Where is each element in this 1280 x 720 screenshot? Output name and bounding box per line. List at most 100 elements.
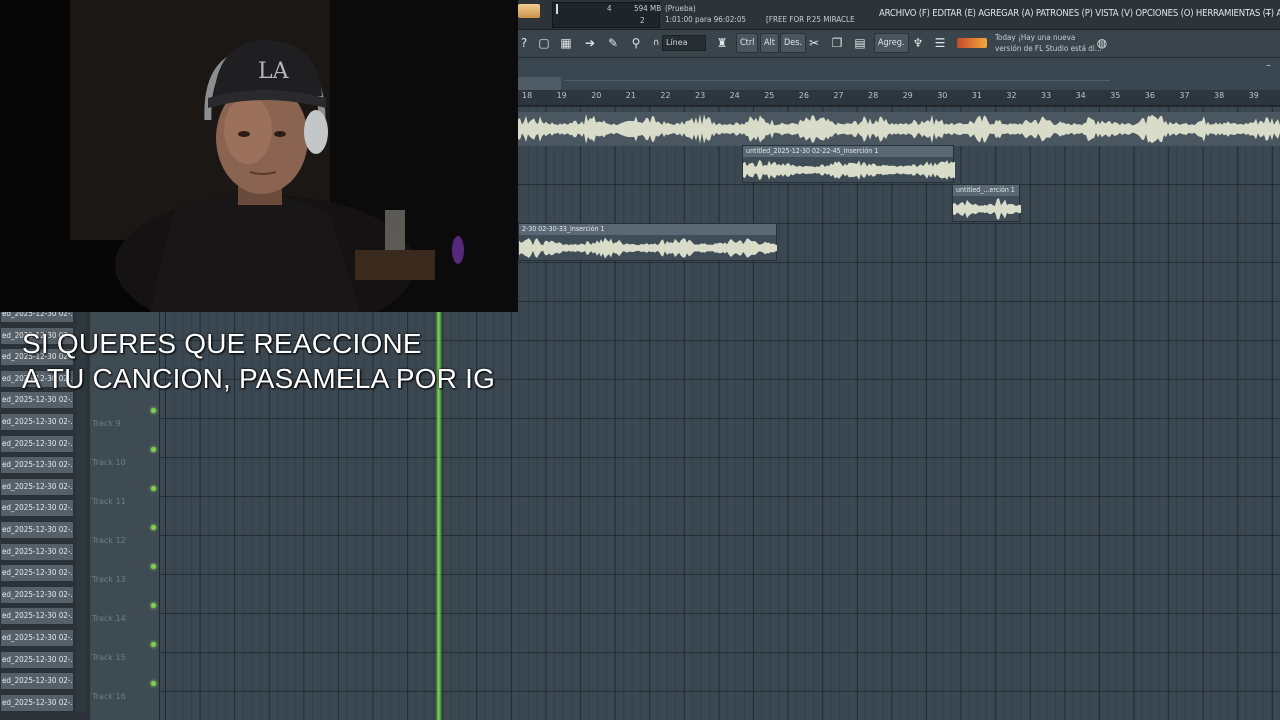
clip-label: untitled_2025-12-30 02-22-45_Inserción 1 xyxy=(743,146,953,157)
audio-clip[interactable]: untitled_2025-12-30 02-22-45_Inserción 1 xyxy=(742,145,955,183)
hint-text: [FREE FOR P.25 MIRACLE xyxy=(766,15,855,24)
main-menu[interactable]: ARCHIVO (F) EDITAR (E) AGREGAR (A) PATRO… xyxy=(879,8,1280,19)
browser-item[interactable]: ed_2025-12-30 02-... xyxy=(0,650,74,669)
ruler-number: 22 xyxy=(660,91,671,100)
track-label[interactable]: Track 15 xyxy=(92,653,126,662)
ruler-number: 25 xyxy=(764,91,775,100)
snap-select[interactable]: Línea xyxy=(662,35,706,51)
track-mute-led[interactable] xyxy=(151,525,156,530)
ruler-number: 30 xyxy=(937,91,948,100)
ruler-number: 28 xyxy=(868,91,879,100)
track-mute-led[interactable] xyxy=(151,681,156,686)
track-label[interactable]: Track 12 xyxy=(92,536,126,545)
audio-clip-main[interactable] xyxy=(518,112,1280,146)
news-body: versión de FL Studio está di... xyxy=(995,44,1102,53)
clip-label: 2-30 02-30-33_Inserción 1 xyxy=(519,224,776,235)
cpu-top-value: 4 xyxy=(607,4,612,13)
caption-line-1: SI QUERES QUE REACCIONE xyxy=(22,328,422,359)
caption-line-2: A TU CANCION, PASAMELA POR IG xyxy=(22,363,496,394)
project-status: (Prueba) xyxy=(665,4,696,13)
browser-item[interactable]: ed_2025-12-30 02-... xyxy=(0,499,74,518)
browser-item[interactable]: ed_2025-12-30 02-... xyxy=(0,413,74,431)
cpu-bottom-value: 2 xyxy=(640,16,645,25)
browser-item[interactable]: ed_2025-12-30 02-... xyxy=(0,477,74,496)
record-indicator[interactable] xyxy=(518,4,540,18)
deselect-button[interactable]: Des. xyxy=(780,33,807,53)
scissors-icon[interactable]: ✂ xyxy=(806,35,822,51)
track-mute-led[interactable] xyxy=(151,564,156,569)
ctrl-button[interactable]: Ctrl xyxy=(736,33,759,53)
waveform-shape xyxy=(519,237,777,259)
waveform-shape xyxy=(953,198,1021,220)
ruler-number: 39 xyxy=(1248,91,1259,100)
output-meter xyxy=(957,38,987,48)
horizontal-scrollbar[interactable] xyxy=(518,77,561,91)
browser-item[interactable]: ed_2025-12-30 02-... xyxy=(0,672,74,691)
track-mute-led[interactable] xyxy=(151,447,156,452)
memory-value: 594 MB xyxy=(634,4,662,13)
ruler-number: 26 xyxy=(798,91,809,100)
clip-label: untitled_...erción 1 xyxy=(953,185,1019,196)
waveform-shape xyxy=(743,160,955,180)
cap-logo: LA xyxy=(258,59,290,84)
track-mute-led[interactable] xyxy=(151,642,156,647)
collapse-icon[interactable]: – xyxy=(1266,60,1271,71)
ruler-number: 31 xyxy=(971,91,982,100)
browser-item[interactable]: ed_2025-12-30 02-... xyxy=(0,521,74,539)
ruler-number: 32 xyxy=(1006,91,1017,100)
browser-item[interactable]: ed_2025-12-30 02-... xyxy=(0,607,74,626)
link-icon[interactable]: ⚲ xyxy=(628,35,644,51)
browser-item[interactable]: ed_2025-12-30 02-... xyxy=(0,693,74,712)
track-label[interactable]: Track 10 xyxy=(92,458,126,467)
track-mute-led[interactable] xyxy=(151,486,156,491)
stamp-icon[interactable]: ♜ xyxy=(714,35,730,51)
webcam-overlay: LA xyxy=(0,0,518,312)
ruler-number: 23 xyxy=(695,91,706,100)
ruler-number: 21 xyxy=(625,91,636,100)
ruler-number: 20 xyxy=(591,91,602,100)
ruler-number: 34 xyxy=(1075,91,1086,100)
browser-item[interactable]: ed_2025-12-30 02-... xyxy=(0,434,74,453)
track-label[interactable]: Track 9 xyxy=(92,419,121,428)
browser-item[interactable]: ed_2025-12-30 02-... xyxy=(0,564,74,583)
timeline-ruler[interactable]: 18 19 20 21 22 23 24 25 26 27 28 29 30 31 32 33 34 35 36 37… xyxy=(518,90,1280,106)
browser-item[interactable]: ed_2025-12-30 02-... xyxy=(0,542,74,561)
ruler-number: 29 xyxy=(902,91,913,100)
minimize-button[interactable]: – xyxy=(1265,6,1271,20)
fl-studio-window: 4 594 MB 2 (Prueba) 1:01:00 para 96:02:0… xyxy=(0,0,1280,720)
arrow-icon[interactable]: ➔ xyxy=(582,35,598,51)
streamer-image: LA xyxy=(0,0,518,312)
track-label[interactable]: Track 13 xyxy=(92,575,126,584)
browser-item[interactable]: ed_2025-12-30 02-... xyxy=(0,456,74,475)
waveform xyxy=(743,160,955,180)
waveform-shape xyxy=(518,114,1280,144)
pencil-icon[interactable]: ✎ xyxy=(605,35,621,51)
track-label[interactable]: Track 14 xyxy=(92,614,126,623)
ruler-number: 35 xyxy=(1110,91,1121,100)
track-mute-led[interactable] xyxy=(151,603,156,608)
alt-button[interactable]: Alt xyxy=(760,33,779,53)
piano-icon[interactable]: ▦ xyxy=(558,35,574,51)
paste-icon[interactable]: ▤ xyxy=(852,35,868,51)
browser-item[interactable]: ed_2025-12-30 02-... xyxy=(0,585,74,604)
copy-icon[interactable]: ❐ xyxy=(829,35,845,51)
audio-clip[interactable]: 2-30 02-30-33_Inserción 1 xyxy=(518,223,777,261)
track-mute-led[interactable] xyxy=(151,408,156,413)
song-position: 1:01:00 para 96:02:05 xyxy=(665,15,746,24)
globe-icon[interactable]: ◍ xyxy=(1094,35,1110,51)
audio-clip[interactable]: untitled_...erción 1 xyxy=(952,184,1021,222)
ruler-number: 33 xyxy=(1041,91,1052,100)
track-label[interactable]: Track 11 xyxy=(92,497,126,506)
news-title: Today ¡Hay una nueva xyxy=(995,33,1076,42)
tuner-icon[interactable]: ♆ xyxy=(910,35,926,51)
help-icon[interactable]: ? xyxy=(516,35,532,51)
browser-item[interactable]: ed_2025-12-30 02-... xyxy=(0,629,74,647)
cpu-meter-icon xyxy=(556,4,558,14)
stream-caption: SI QUERES QUE REACCIONE A TU CANCION, PA… xyxy=(22,326,495,396)
add-button[interactable]: Agreg. xyxy=(874,33,909,53)
pattern-icon[interactable]: ▢ xyxy=(536,35,552,51)
list-icon[interactable]: ☰ xyxy=(932,35,948,51)
track-label[interactable]: Track 16 xyxy=(92,692,126,701)
waveform xyxy=(518,114,1280,144)
ruler-number: 27 xyxy=(833,91,844,100)
